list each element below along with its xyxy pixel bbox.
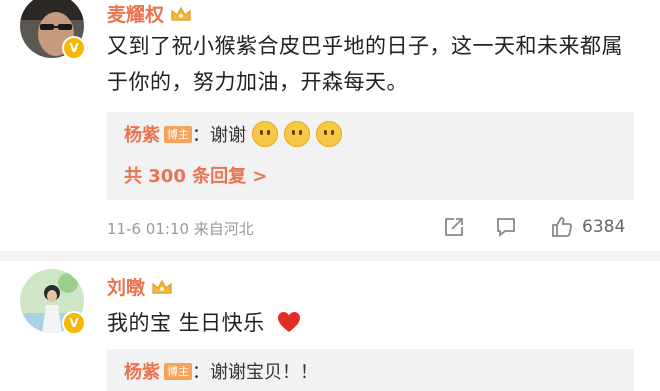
section-divider bbox=[0, 251, 660, 261]
more-replies-link[interactable]: 共 300 条回复 > bbox=[124, 162, 267, 188]
comment-author[interactable]: 刘暾 bbox=[107, 273, 173, 300]
host-tag: 博主 bbox=[164, 125, 192, 143]
reply-box[interactable]: 杨紫 博主 ：谢谢宝贝！！ bbox=[107, 349, 634, 391]
host-tag: 博主 bbox=[164, 362, 192, 380]
reply-author[interactable]: 杨紫 bbox=[124, 121, 160, 147]
like-icon[interactable] bbox=[550, 215, 574, 239]
comment-text-content: 我的宝 生日快乐 bbox=[107, 311, 265, 335]
hug-emoji-icon bbox=[284, 121, 310, 147]
crown-icon bbox=[152, 279, 172, 294]
reply-line: 杨紫 博主 ：谢谢宝贝！！ bbox=[124, 358, 318, 384]
comment-text: 我的宝 生日快乐 bbox=[107, 305, 637, 341]
author-name[interactable]: 刘暾 bbox=[107, 273, 145, 300]
comment-item: V 麦耀权 又到了祝小猴紫合皮巴乎地的日子，这一天和未来都属于你的，努力加油，开… bbox=[0, 0, 660, 251]
comment-actions: 6384 bbox=[442, 215, 625, 239]
comment-text: 又到了祝小猴紫合皮巴乎地的日子，这一天和未来都属于你的，努力加油，开森每天。 bbox=[107, 34, 623, 94]
comment-meta: 11-6 01:10 来自河北 bbox=[107, 220, 254, 238]
like-count: 6384 bbox=[582, 217, 626, 237]
reply-text: ：谢谢宝贝！！ bbox=[192, 362, 318, 383]
reply-box[interactable]: 杨紫 博主 ：谢谢 共 300 条回复 > bbox=[107, 112, 634, 200]
hug-emoji-icon bbox=[316, 121, 342, 147]
reply-line: 杨紫 博主 ：谢谢 bbox=[124, 121, 342, 147]
crown-icon bbox=[171, 6, 191, 21]
reply-text: ：谢谢 bbox=[192, 125, 246, 146]
comment-icon[interactable] bbox=[494, 215, 518, 239]
comment-author[interactable]: 麦耀权 bbox=[107, 0, 192, 27]
share-icon[interactable] bbox=[442, 215, 466, 239]
heart-icon bbox=[277, 312, 300, 332]
verified-badge-icon: V bbox=[62, 311, 86, 335]
avatar[interactable]: V bbox=[20, 0, 86, 60]
verified-badge-icon: V bbox=[62, 36, 86, 60]
avatar[interactable]: V bbox=[20, 269, 86, 335]
reply-author[interactable]: 杨紫 bbox=[124, 358, 160, 384]
comment-item: V 刘暾 我的宝 生日快乐 杨紫 博主 ：谢谢宝贝！！ bbox=[0, 261, 660, 391]
hug-emoji-icon bbox=[252, 121, 278, 147]
author-name[interactable]: 麦耀权 bbox=[107, 0, 164, 27]
